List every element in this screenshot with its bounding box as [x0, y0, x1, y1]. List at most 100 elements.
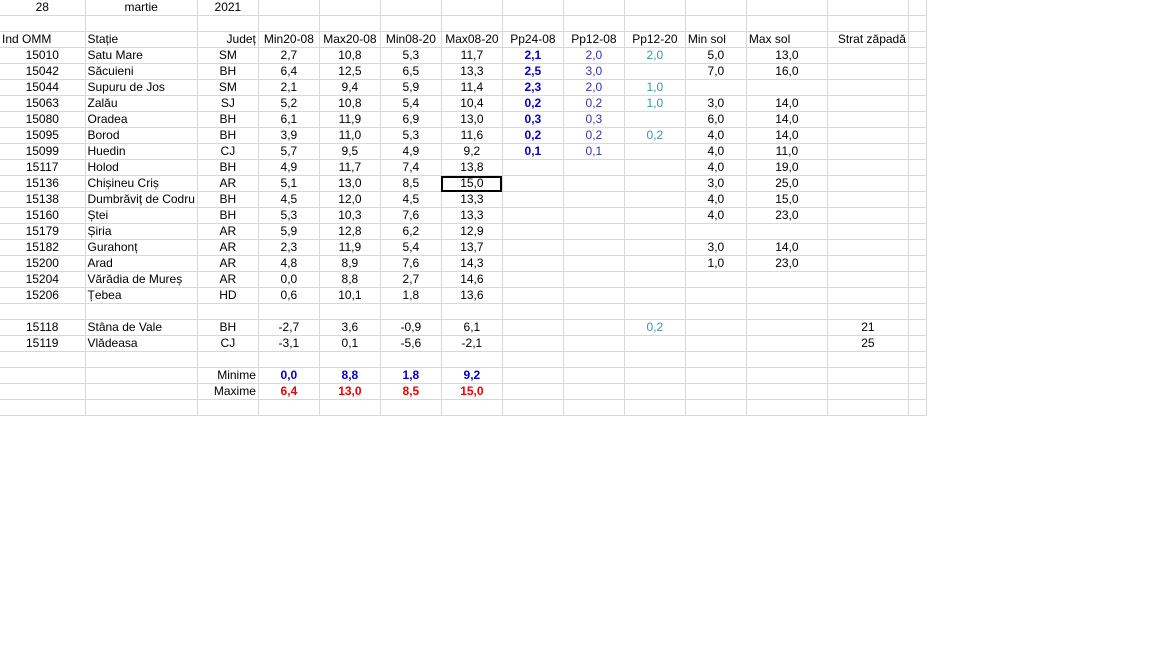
- pp24-08-cell[interactable]: [502, 287, 564, 304]
- empty-cell[interactable]: [908, 271, 927, 288]
- column-header[interactable]: Min20-08: [258, 31, 320, 48]
- station-id-cell[interactable]: 15042: [0, 63, 86, 80]
- county-cell[interactable]: SM: [197, 79, 259, 96]
- empty-cell[interactable]: [746, 351, 828, 368]
- county-cell[interactable]: AR: [197, 255, 259, 272]
- minimum-row-value[interactable]: 9,2: [441, 367, 503, 384]
- county-cell[interactable]: HD: [197, 287, 259, 304]
- pp24-08-cell[interactable]: [502, 223, 564, 240]
- pp24-08-cell[interactable]: 0,3: [502, 111, 564, 128]
- station-id-cell[interactable]: 15095: [0, 127, 86, 144]
- pp24-08-cell[interactable]: [502, 319, 564, 336]
- empty-cell[interactable]: [746, 303, 828, 320]
- max08-20-cell[interactable]: 13,3: [441, 63, 503, 80]
- empty-cell[interactable]: [441, 351, 503, 368]
- county-cell[interactable]: AR: [197, 175, 259, 192]
- max20-08-cell[interactable]: 9,4: [319, 79, 381, 96]
- empty-cell[interactable]: [441, 399, 503, 416]
- empty-cell[interactable]: [85, 399, 198, 416]
- empty-cell[interactable]: [0, 15, 86, 32]
- county-cell[interactable]: BH: [197, 319, 259, 336]
- min-soil-cell[interactable]: 4,0: [685, 207, 747, 224]
- empty-cell[interactable]: [908, 351, 927, 368]
- snow-depth-cell[interactable]: [827, 271, 909, 288]
- empty-cell[interactable]: [197, 399, 259, 416]
- empty-cell[interactable]: [441, 303, 503, 320]
- max08-20-cell[interactable]: 12,9: [441, 223, 503, 240]
- min20-08-cell[interactable]: 6,4: [258, 63, 320, 80]
- county-cell[interactable]: CJ: [197, 143, 259, 160]
- max-soil-cell[interactable]: [746, 287, 828, 304]
- empty-cell[interactable]: [685, 351, 747, 368]
- empty-cell[interactable]: [908, 335, 927, 352]
- maximum-row-value[interactable]: 8,5: [380, 383, 442, 400]
- empty-cell[interactable]: [563, 383, 625, 400]
- max20-08-cell[interactable]: 0,1: [319, 335, 381, 352]
- empty-cell[interactable]: [0, 367, 86, 384]
- empty-cell[interactable]: [827, 15, 909, 32]
- empty-cell[interactable]: [85, 383, 198, 400]
- empty-cell[interactable]: [908, 0, 927, 16]
- pp12-08-cell[interactable]: 0,1: [563, 143, 625, 160]
- max08-20-cell[interactable]: 10,4: [441, 95, 503, 112]
- empty-cell[interactable]: [746, 399, 828, 416]
- empty-cell[interactable]: [908, 303, 927, 320]
- min08-20-cell[interactable]: 7,6: [380, 255, 442, 272]
- pp24-08-cell[interactable]: [502, 175, 564, 192]
- station-id-cell[interactable]: 15160: [0, 207, 86, 224]
- min08-20-cell[interactable]: 6,9: [380, 111, 442, 128]
- max-soil-cell[interactable]: 13,0: [746, 47, 828, 64]
- min20-08-cell[interactable]: 5,1: [258, 175, 320, 192]
- empty-cell[interactable]: [85, 367, 198, 384]
- empty-cell[interactable]: [827, 383, 909, 400]
- empty-cell[interactable]: [908, 159, 927, 176]
- pp24-08-cell[interactable]: [502, 207, 564, 224]
- pp12-20-cell[interactable]: [624, 111, 686, 128]
- empty-cell[interactable]: [258, 399, 320, 416]
- empty-cell[interactable]: [746, 367, 828, 384]
- max-soil-cell[interactable]: 23,0: [746, 207, 828, 224]
- station-name-cell[interactable]: Huedin: [85, 143, 198, 160]
- empty-cell[interactable]: [624, 351, 686, 368]
- county-cell[interactable]: BH: [197, 127, 259, 144]
- empty-cell[interactable]: [624, 15, 686, 32]
- station-name-cell[interactable]: Săcuieni: [85, 63, 198, 80]
- maximum-row-label[interactable]: Maxime: [197, 383, 259, 400]
- minimum-row-label[interactable]: Minime: [197, 367, 259, 384]
- empty-cell[interactable]: [908, 319, 927, 336]
- empty-cell[interactable]: [624, 0, 686, 16]
- snow-depth-cell[interactable]: 21: [827, 319, 909, 336]
- min08-20-cell[interactable]: 8,5: [380, 175, 442, 192]
- min20-08-cell[interactable]: -3,1: [258, 335, 320, 352]
- empty-cell[interactable]: [908, 223, 927, 240]
- min08-20-cell[interactable]: 5,4: [380, 239, 442, 256]
- min-soil-cell[interactable]: 5,0: [685, 47, 747, 64]
- min08-20-cell[interactable]: 5,3: [380, 47, 442, 64]
- column-header[interactable]: Strat zăpadă: [827, 31, 909, 48]
- min-soil-cell[interactable]: 3,0: [685, 239, 747, 256]
- empty-cell[interactable]: [258, 351, 320, 368]
- empty-cell[interactable]: [908, 383, 927, 400]
- empty-cell[interactable]: [0, 383, 86, 400]
- max-soil-cell[interactable]: 11,0: [746, 143, 828, 160]
- station-name-cell[interactable]: Chișineu Criș: [85, 175, 198, 192]
- min08-20-cell[interactable]: 5,4: [380, 95, 442, 112]
- min08-20-cell[interactable]: 5,3: [380, 127, 442, 144]
- column-header[interactable]: Stație: [85, 31, 198, 48]
- pp12-08-cell[interactable]: 0,2: [563, 95, 625, 112]
- empty-cell[interactable]: [502, 351, 564, 368]
- pp12-20-cell[interactable]: [624, 191, 686, 208]
- station-id-cell[interactable]: 15118: [0, 319, 86, 336]
- max-soil-cell[interactable]: [746, 319, 828, 336]
- column-header[interactable]: Min sol: [685, 31, 747, 48]
- pp12-08-cell[interactable]: [563, 207, 625, 224]
- min-soil-cell[interactable]: 4,0: [685, 159, 747, 176]
- min08-20-cell[interactable]: -0,9: [380, 319, 442, 336]
- snow-depth-cell[interactable]: [827, 287, 909, 304]
- station-name-cell[interactable]: Țebea: [85, 287, 198, 304]
- pp24-08-cell[interactable]: 0,2: [502, 95, 564, 112]
- empty-cell[interactable]: [908, 47, 927, 64]
- county-cell[interactable]: AR: [197, 271, 259, 288]
- pp12-20-cell[interactable]: [624, 223, 686, 240]
- empty-cell[interactable]: [319, 399, 381, 416]
